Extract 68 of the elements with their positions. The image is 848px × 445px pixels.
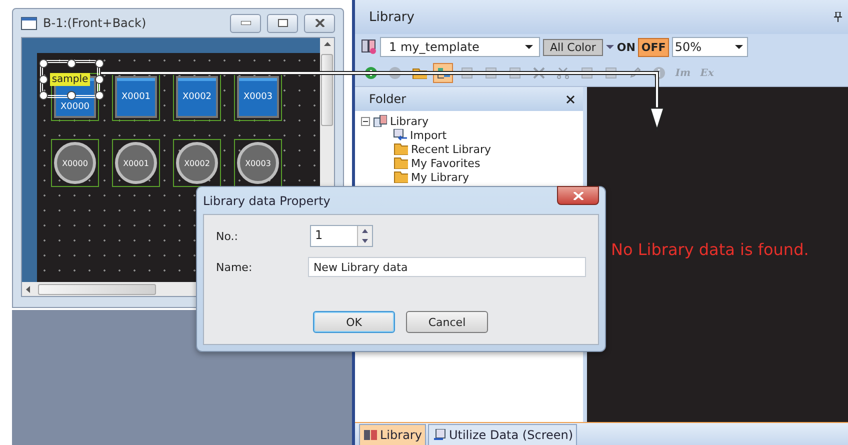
sample-label: sample — [50, 72, 90, 86]
template-icon[interactable] — [361, 39, 377, 55]
info-icon — [653, 67, 665, 79]
maximize-button[interactable] — [267, 14, 298, 32]
window-icon — [21, 16, 37, 30]
pane-title: Folder — [369, 92, 408, 106]
panel-tab[interactable]: Utilize Data (Screen) — [428, 424, 578, 445]
document-icon — [605, 67, 617, 79]
folder-icon — [393, 143, 408, 155]
tree-item[interactable]: My Favorites — [411, 156, 480, 170]
switch-part[interactable]: X0003 — [237, 76, 279, 118]
caret-icon[interactable] — [525, 45, 533, 49]
lamp-part[interactable]: X0003 — [237, 142, 279, 184]
scroll-up-icon[interactable] — [324, 42, 330, 46]
lamp-part[interactable]: X0000 — [54, 142, 96, 184]
caret-icon[interactable] — [734, 45, 743, 49]
resize-handle[interactable] — [67, 59, 76, 68]
library-icon — [363, 429, 377, 441]
document-icon — [581, 67, 593, 79]
close-icon[interactable] — [566, 94, 575, 104]
panel-title: Library — [369, 10, 416, 24]
field-label: Name: — [216, 260, 254, 274]
import-icon — [393, 129, 407, 141]
off-toggle[interactable]: OFF — [638, 38, 669, 56]
library-icon — [373, 115, 387, 127]
zoom-dropdown[interactable]: 50% — [672, 37, 748, 57]
empty-message: No Library data is found. — [611, 240, 809, 259]
scroll-left-icon[interactable] — [26, 286, 30, 292]
switch-part[interactable]: X0001 — [115, 76, 157, 118]
tree-item[interactable]: Library — [390, 114, 428, 128]
dialog-title: Library data Property — [203, 194, 332, 208]
lamp-part[interactable]: X0002 — [176, 142, 218, 184]
template-dropdown[interactable]: 1 my_template — [380, 37, 540, 57]
minimize-button[interactable] — [230, 14, 261, 32]
close-icon — [314, 19, 324, 27]
close-icon — [572, 192, 584, 200]
panel-layout-icon — [436, 67, 450, 79]
tree-item[interactable]: Recent Library — [411, 142, 491, 156]
minimize-icon — [240, 21, 250, 25]
dialog-button[interactable]: Cancel — [406, 311, 488, 333]
collapse-toggle-icon[interactable] — [361, 116, 370, 126]
pin-icon[interactable] — [834, 12, 842, 22]
close-button[interactable] — [304, 14, 335, 32]
folder-icon — [393, 157, 408, 169]
on-label[interactable]: ON — [616, 40, 636, 54]
tree-item[interactable]: Import — [410, 128, 447, 142]
document-icon — [485, 67, 497, 79]
color-mode-button[interactable]: All Color — [543, 38, 603, 56]
switch-part[interactable]: X0002 — [176, 76, 218, 118]
tree-item[interactable]: My Library — [411, 170, 469, 184]
folder-icon — [393, 171, 408, 183]
remove-icon — [389, 67, 401, 79]
add-icon — [365, 67, 377, 79]
panel-tab[interactable]: Library — [359, 424, 426, 445]
maximize-icon — [278, 19, 288, 27]
field-label: No.: — [216, 230, 239, 242]
window-title: B-1:(Front+Back) — [43, 16, 148, 30]
screen-data-icon — [432, 429, 446, 441]
delete-icon — [533, 67, 545, 79]
dialog-button[interactable]: OK — [313, 311, 395, 333]
number-spinner[interactable]: 1 — [310, 225, 373, 247]
name-field[interactable]: New Library data — [308, 257, 586, 277]
pencil-icon — [629, 67, 641, 79]
scissors-icon — [557, 67, 569, 79]
lamp-part[interactable]: X0001 — [115, 142, 157, 184]
close-button[interactable] — [557, 186, 599, 205]
document-icon — [461, 67, 473, 79]
document-icon — [509, 67, 521, 79]
